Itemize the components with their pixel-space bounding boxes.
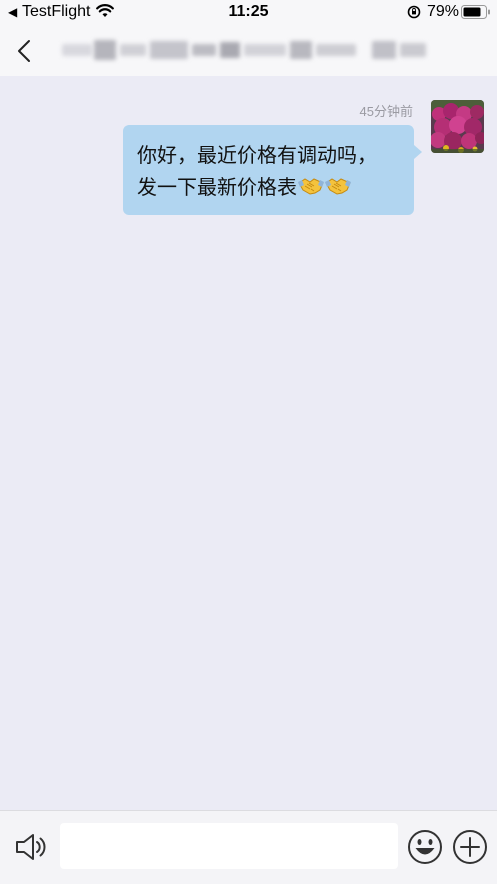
message-text: 你好，最近价格有调动吗， 发一下最新价格表 [137, 139, 407, 205]
more-button[interactable] [452, 829, 488, 865]
rotation-lock-icon [407, 5, 421, 24]
input-bar [0, 810, 497, 884]
handshake-icon [325, 173, 351, 205]
chat-title-redacted [62, 38, 432, 64]
message-bubble[interactable]: 你好，最近价格有调动吗， 发一下最新价格表 [123, 125, 414, 215]
message-line: 你好，最近价格有调动吗， [137, 143, 377, 167]
avatar[interactable] [431, 100, 484, 153]
speaker-icon [16, 834, 46, 860]
message-line-text: 发一下最新价格表 [137, 175, 297, 199]
emoji-button[interactable] [407, 829, 443, 865]
battery-icon [461, 5, 491, 24]
status-time: 11:25 [228, 3, 269, 20]
handshake-icon [298, 173, 324, 205]
voice-button[interactable] [14, 830, 48, 864]
chevron-left-icon [18, 40, 30, 62]
smiley-icon [408, 830, 442, 864]
chat-area[interactable]: 45分钟前 你好，最近价格有调动吗， 发一下最新价格表 [0, 76, 497, 810]
battery-percent: 79% [427, 3, 460, 20]
plus-circle-icon [453, 830, 487, 864]
status-bar: ◀ TestFlight 11:25 79% [0, 0, 497, 26]
back-button[interactable] [10, 36, 40, 66]
message-line-2: 发一下最新价格表 [137, 171, 407, 205]
nav-bar [0, 26, 497, 76]
message-input[interactable] [60, 823, 398, 869]
bubble-tail [414, 145, 422, 159]
message-timestamp: 45分钟前 [359, 104, 413, 119]
